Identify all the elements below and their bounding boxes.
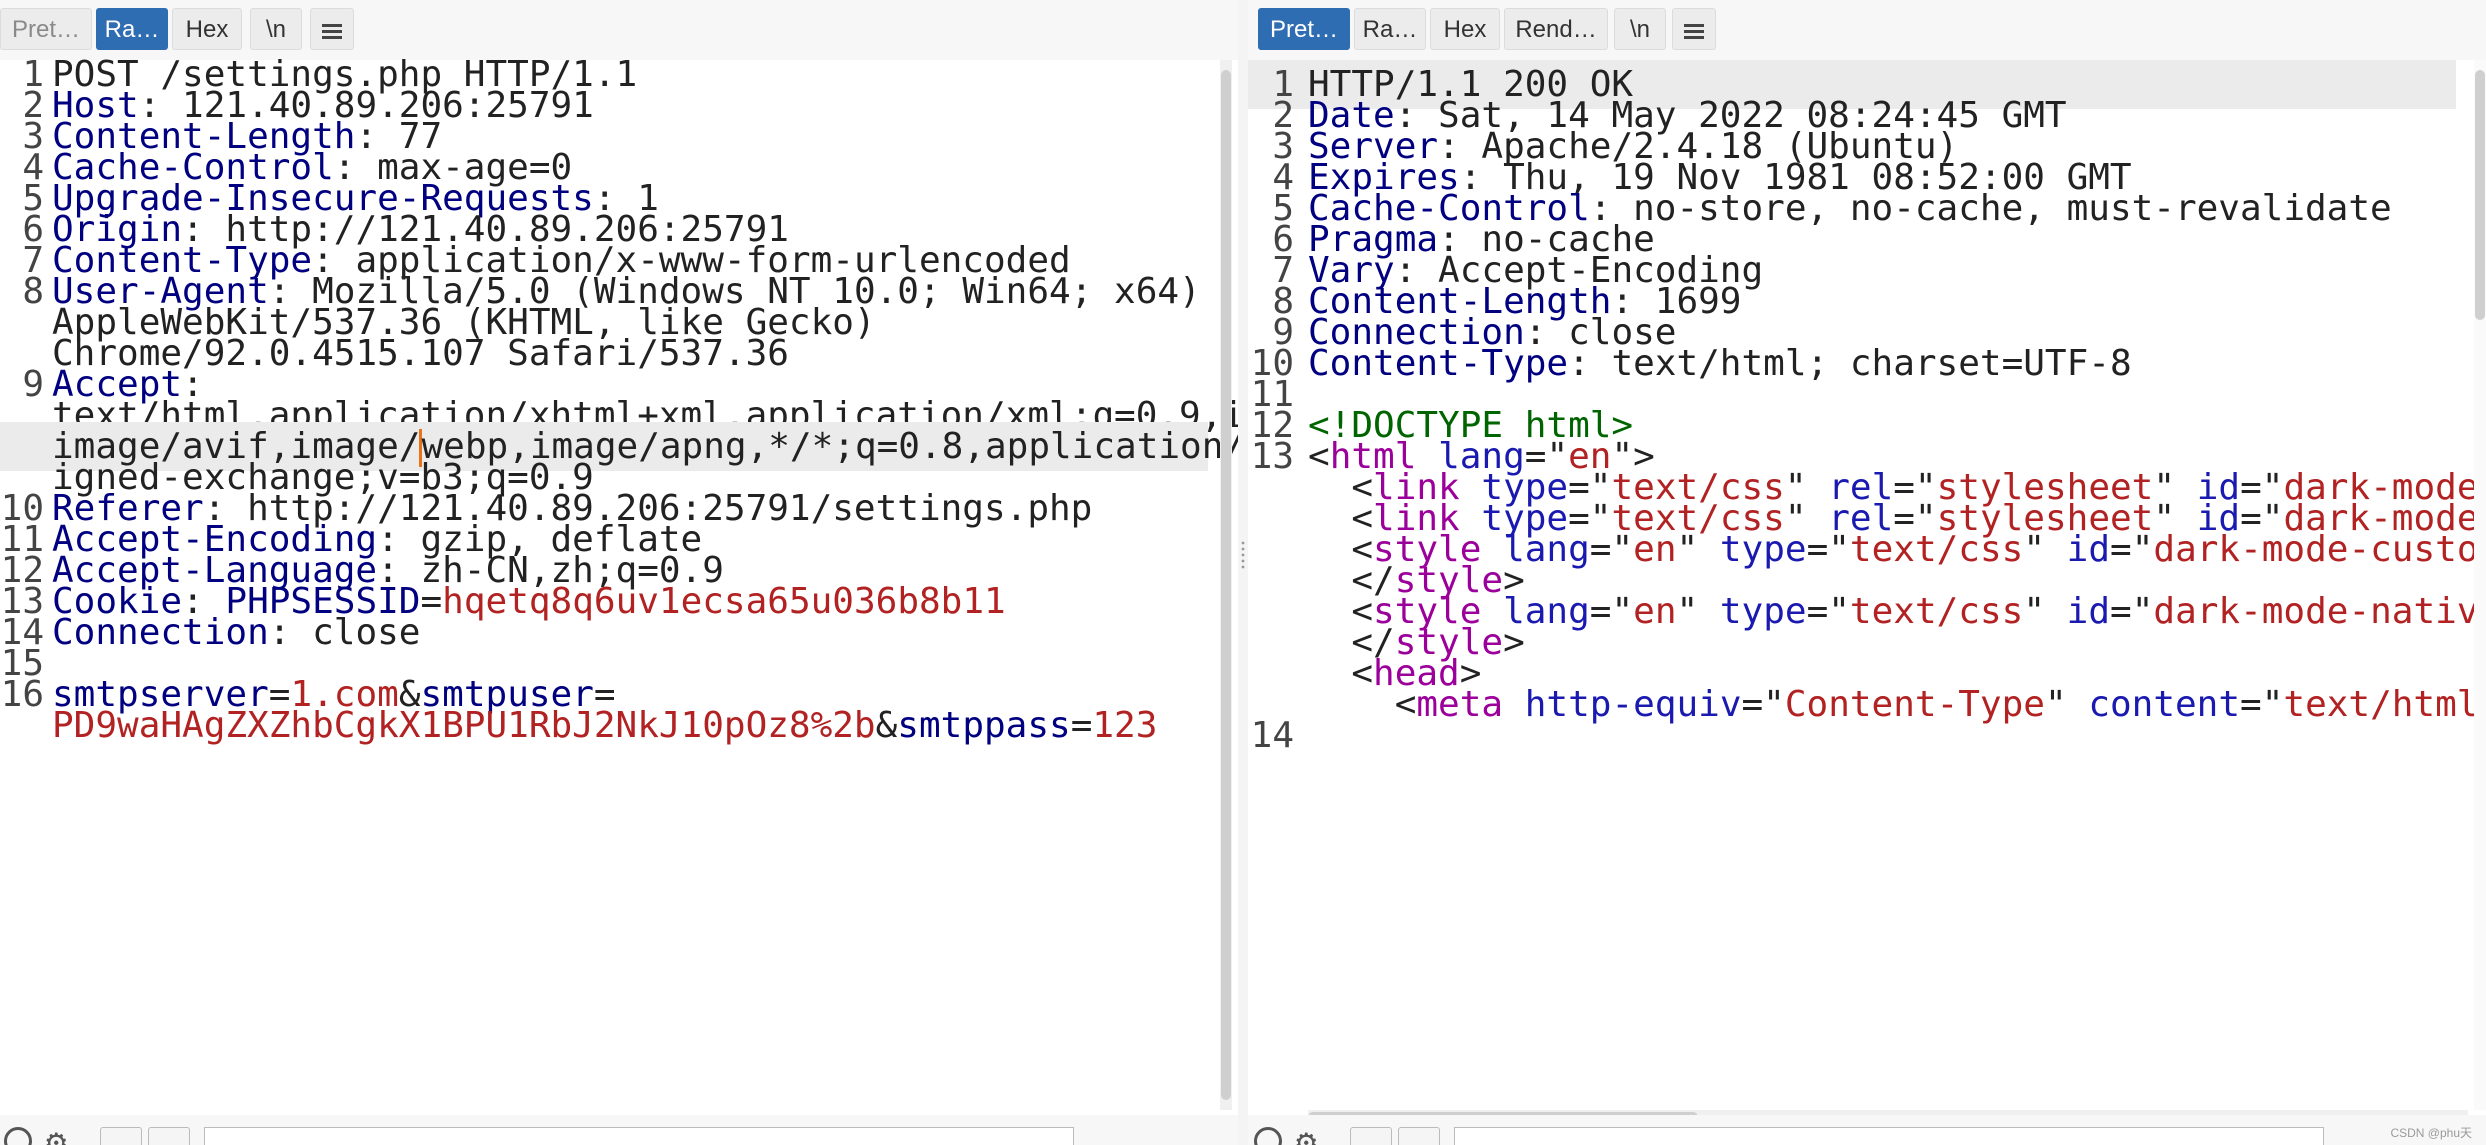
request-scroll-thumb[interactable]	[1221, 70, 1231, 1100]
line-text: PD9waHAgZXZhbCgkX1BPU1RbJ2NkJ10pOz8%2b&s…	[52, 701, 1157, 750]
gear-icon[interactable]: ⚙	[1296, 1125, 1330, 1145]
request-pane: Pret… Ra… Hex \n 1 POST /settings.php HTT…	[0, 0, 1238, 1145]
token: smtppass	[897, 705, 1071, 746]
divider-grip[interactable]	[1241, 540, 1245, 570]
back-arrow-icon[interactable]	[1350, 1127, 1392, 1145]
back-arrow-icon[interactable]	[100, 1127, 142, 1145]
response-vertical-scrollbar[interactable]	[2474, 60, 2486, 1110]
request-vertical-scrollbar[interactable]	[1220, 60, 1232, 1110]
response-editor[interactable]: 1 HTTP/1.1 200 OK 2 Date: Sat, 14 May 2022 …	[1248, 50, 2486, 1110]
hamburger-menu-icon	[322, 23, 342, 39]
response-tab-render[interactable]: Rend…	[1504, 8, 1608, 50]
code-line[interactable]: 14	[1248, 711, 2456, 760]
response-newline-toggle[interactable]: \n	[1614, 8, 1666, 50]
request-editor[interactable]: 1 POST /settings.php HTTP/1.1 2 Host: 121.4…	[0, 50, 1238, 1110]
response-bottom-bar: ⚙	[1248, 1115, 2486, 1145]
line-number: 14	[1250, 715, 1294, 756]
response-tab-pretty[interactable]: Pret…	[1258, 8, 1350, 50]
response-search-input[interactable]	[1454, 1127, 2324, 1145]
help-circle-icon[interactable]	[4, 1127, 32, 1145]
watermark: CSDN @phu天	[2390, 1126, 2472, 1140]
request-bottom-bar: ⚙	[0, 1115, 1238, 1145]
response-tab-hex[interactable]: Hex	[1430, 8, 1500, 50]
token: &	[875, 705, 898, 746]
forward-arrow-icon[interactable]	[1398, 1127, 1440, 1145]
response-pane: Pret… Ra… Hex Rend… \n 1 HTTP/1.1 200 OK 2…	[1248, 0, 2486, 1145]
response-menu-button[interactable]	[1672, 8, 1716, 50]
gear-icon[interactable]: ⚙	[46, 1125, 80, 1145]
code-line[interactable]: PD9waHAgZXZhbCgkX1BPU1RbJ2NkJ10pOz8%2b&s…	[0, 701, 1208, 750]
request-newline-toggle[interactable]: \n	[250, 8, 302, 50]
request-search-input[interactable]	[204, 1127, 1074, 1145]
request-tab-pretty[interactable]: Pret…	[0, 8, 92, 50]
token: PD9waHAgZXZhbCgkX1BPU1RbJ2NkJ10pOz8%2b	[52, 705, 876, 746]
request-tab-hex[interactable]: Hex	[172, 8, 242, 50]
token: =	[1070, 705, 1093, 746]
pane-divider[interactable]	[1238, 0, 1248, 1145]
token: 123	[1092, 705, 1158, 746]
help-circle-icon[interactable]	[1254, 1127, 1282, 1145]
response-scroll-thumb[interactable]	[2475, 70, 2485, 320]
request-tab-raw[interactable]: Ra…	[96, 8, 168, 50]
response-tab-raw[interactable]: Ra…	[1354, 8, 1426, 50]
request-menu-button[interactable]	[310, 8, 354, 50]
forward-arrow-icon[interactable]	[148, 1127, 190, 1145]
hamburger-menu-icon	[1684, 23, 1704, 39]
